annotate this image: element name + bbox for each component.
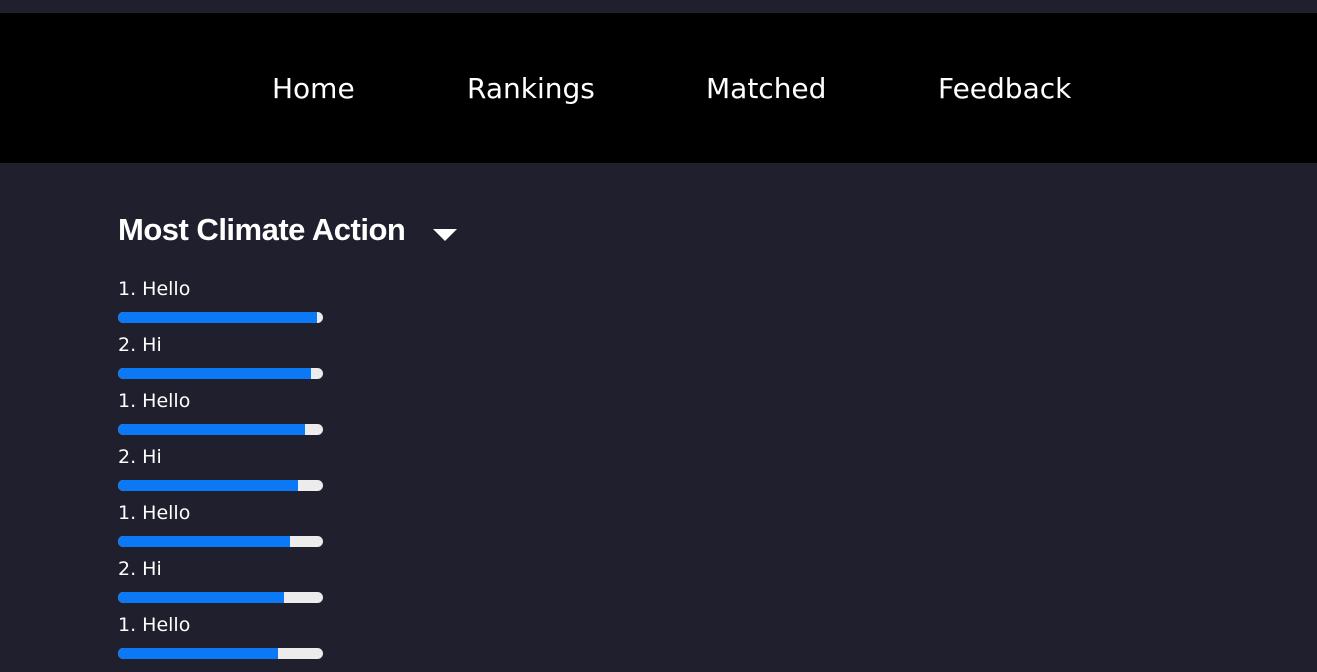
nav-link-home[interactable]: Home xyxy=(272,69,355,109)
ranking-progress-bar xyxy=(118,536,323,547)
category-dropdown-toggle[interactable] xyxy=(428,222,462,246)
ranking-item-label: 1. Hello xyxy=(118,614,191,636)
nav-link-feedback[interactable]: Feedback xyxy=(938,69,1071,109)
ranking-progress-bar xyxy=(118,368,323,379)
ranking-item: 1. Hello xyxy=(118,388,418,444)
ranking-item: 1. Hello xyxy=(118,276,418,332)
ranking-item: 2. Hi xyxy=(118,332,418,388)
ranking-item: 2. Hi xyxy=(118,556,418,612)
ranking-item: 1. Hello xyxy=(118,612,418,668)
ranking-progress-fill xyxy=(118,480,299,491)
ranking-item-label: 1. Hello xyxy=(118,278,191,300)
section-title: Most Climate Action xyxy=(118,212,406,247)
nav-link-rankings[interactable]: Rankings xyxy=(467,69,595,109)
ranking-item-label: 2. Hi xyxy=(118,558,162,580)
ranking-progress-fill xyxy=(118,424,305,435)
ranking-progress-bar xyxy=(118,648,323,659)
caret-down-icon xyxy=(433,229,457,241)
ranking-progress-fill xyxy=(118,592,285,603)
nav-link-matched[interactable]: Matched xyxy=(706,69,826,109)
ranking-progress-fill xyxy=(118,648,278,659)
ranking-progress-bar xyxy=(118,312,323,323)
ranking-progress-bar xyxy=(118,424,323,435)
ranking-item: 1. Hello xyxy=(118,500,418,556)
ranking-item-label: 2. Hi xyxy=(118,334,162,356)
ranking-progress-fill xyxy=(118,312,317,323)
ranking-progress-bar xyxy=(118,480,323,491)
ranking-progress-fill xyxy=(118,536,291,547)
ranking-item-label: 2. Hi xyxy=(118,446,162,468)
ranking-item-label: 1. Hello xyxy=(118,502,191,524)
top-navbar: Home Rankings Matched Feedback xyxy=(0,13,1317,163)
ranking-item-label: 1. Hello xyxy=(118,390,191,412)
rankings-list: 1. Hello 2. Hi 1. Hello 2. Hi 1. Hello 2. Hi 1… xyxy=(118,276,418,668)
top-strip xyxy=(0,0,1317,13)
ranking-progress-fill xyxy=(118,368,311,379)
ranking-progress-bar xyxy=(118,592,323,603)
ranking-item: 2. Hi xyxy=(118,444,418,500)
